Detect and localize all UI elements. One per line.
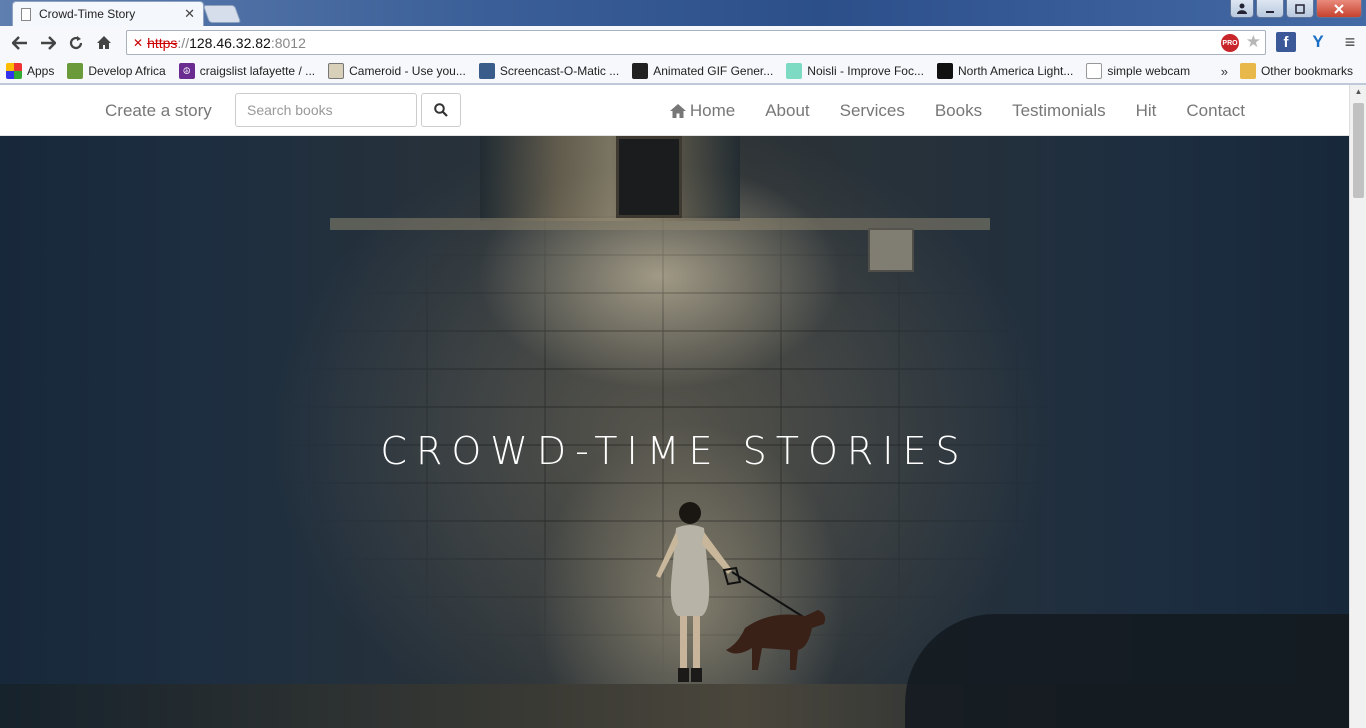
- scroll-up-icon[interactable]: ▲: [1350, 87, 1366, 99]
- folder-icon: [1239, 63, 1256, 79]
- forward-button[interactable]: [34, 30, 62, 56]
- browser-menu-icon[interactable]: ≡: [1340, 32, 1360, 52]
- nav-links: Home About Services Books Testimonials H…: [669, 101, 1245, 121]
- search-button[interactable]: [421, 93, 461, 127]
- bookmark-label: North America Light...: [957, 64, 1074, 78]
- url-scheme: https: [147, 34, 178, 51]
- minimize-button[interactable]: [1256, 0, 1284, 18]
- hero-lamp-image: [616, 136, 682, 218]
- nal-icon: [936, 63, 953, 79]
- forward-arrow-icon: [41, 35, 56, 50]
- home-button[interactable]: [90, 30, 118, 56]
- bookmark-develop-africa[interactable]: Develop Africa: [67, 63, 166, 79]
- hero-girl-with-dog-image: [656, 502, 826, 682]
- bookmark-label: Develop Africa: [88, 64, 166, 78]
- insecure-warning-icon: ✕: [133, 35, 144, 50]
- reload-button[interactable]: [62, 30, 90, 56]
- hero-vent-image: [868, 228, 914, 272]
- new-tab-button[interactable]: [202, 5, 242, 23]
- title-bar: Crowd-Time Story ✕: [0, 0, 1366, 26]
- screencast-icon: [478, 63, 495, 79]
- url-host: 128.46.32.82: [189, 34, 271, 51]
- cameroid-icon: [328, 63, 345, 79]
- bookmark-craigslist[interactable]: ☮ craigslist lafayette / ...: [178, 63, 316, 79]
- create-story-link[interactable]: Create a story: [105, 101, 212, 121]
- browser-chrome: Crowd-Time Story ✕ ✕ https:// 128.46.32…: [0, 0, 1366, 85]
- peace-icon: ☮: [178, 63, 195, 79]
- bookmark-cameroid[interactable]: Cameroid - Use you...: [328, 63, 466, 79]
- noisli-icon: [786, 63, 803, 79]
- tab-close-icon[interactable]: ✕: [184, 6, 195, 22]
- bookmark-label: Cameroid - Use you...: [349, 64, 466, 78]
- search-icon: [434, 103, 448, 117]
- bookmark-star-icon[interactable]: ★: [1246, 32, 1261, 52]
- bookmark-noisli[interactable]: Noisli - Improve Foc...: [786, 63, 924, 79]
- maximize-button[interactable]: [1286, 0, 1314, 18]
- user-icon[interactable]: [1230, 0, 1254, 18]
- back-arrow-icon: [12, 35, 27, 50]
- bookmark-label: Animated GIF Gener...: [653, 64, 774, 78]
- nav-home[interactable]: Home: [669, 101, 735, 121]
- bookmark-apps[interactable]: Apps: [6, 63, 54, 79]
- hero-title: CROWD-TIME STORIES: [380, 429, 969, 473]
- apps-icon: [6, 63, 22, 79]
- close-window-button[interactable]: [1316, 0, 1362, 18]
- bookmark-label: Screencast-O-Matic ...: [499, 64, 620, 78]
- tab-title: Crowd-Time Story: [39, 7, 136, 21]
- bookmark-label: Apps: [27, 64, 55, 78]
- scrollbar-thumb[interactable]: [1353, 103, 1364, 198]
- develop-africa-icon: [67, 63, 84, 79]
- bookmark-north-america[interactable]: North America Light...: [936, 63, 1074, 79]
- page-icon: [21, 7, 31, 21]
- pro-extension-badge[interactable]: PRO: [1221, 34, 1239, 52]
- nav-services[interactable]: Services: [840, 101, 905, 121]
- url-port: :8012: [270, 34, 306, 51]
- hero-car-image: [905, 614, 1349, 728]
- hero-pillar-image: [480, 136, 740, 221]
- web-page: Create a story Home About Services Books…: [0, 85, 1349, 728]
- facebook-extension-icon[interactable]: f: [1276, 32, 1296, 52]
- browser-tab[interactable]: Crowd-Time Story ✕: [12, 1, 204, 26]
- other-bookmarks-label: Other bookmarks: [1260, 64, 1353, 78]
- home-icon: [669, 104, 686, 118]
- bookmark-gif-generator[interactable]: Animated GIF Gener...: [632, 63, 773, 79]
- bookmark-label: craigslist lafayette / ...: [199, 64, 316, 78]
- browser-home-icon: [97, 36, 111, 49]
- site-navbar: Create a story Home About Services Books…: [0, 85, 1349, 136]
- bookmarks-overflow-button[interactable]: »: [1221, 64, 1228, 79]
- gif-icon: [632, 63, 649, 79]
- window-controls: [1230, 0, 1362, 18]
- extension-y-icon[interactable]: Y: [1308, 32, 1328, 52]
- browser-toolbar: ✕ https :// 128.46.32.82 :8012 PRO ★ f Y…: [0, 26, 1366, 59]
- page-scrollbar[interactable]: ▲: [1349, 85, 1366, 728]
- nav-hit[interactable]: Hit: [1136, 101, 1157, 121]
- url-separator: ://: [177, 34, 190, 51]
- hero-section: CROWD-TIME STORIES: [0, 136, 1349, 728]
- bookmark-label: Noisli - Improve Foc...: [807, 64, 924, 78]
- bookmark-simple-webcam[interactable]: simple webcam: [1086, 63, 1190, 79]
- other-bookmarks[interactable]: Other bookmarks: [1239, 63, 1353, 79]
- nav-contact[interactable]: Contact: [1186, 101, 1245, 121]
- nav-testimonials[interactable]: Testimonials: [1012, 101, 1106, 121]
- nav-home-label: Home: [689, 101, 736, 120]
- back-button[interactable]: [6, 30, 34, 56]
- page-icon: [1086, 63, 1103, 79]
- nav-books[interactable]: Books: [935, 101, 982, 121]
- bookmark-label: simple webcam: [1107, 64, 1191, 78]
- reload-icon: [69, 35, 83, 49]
- address-bar[interactable]: ✕ https :// 128.46.32.82 :8012 PRO ★: [126, 30, 1266, 55]
- bookmarks-bar: Apps Develop Africa ☮ craigslist lafayet…: [0, 59, 1366, 84]
- nav-about[interactable]: About: [765, 101, 809, 121]
- bookmark-screencast[interactable]: Screencast-O-Matic ...: [478, 63, 620, 79]
- search-books-input[interactable]: [235, 93, 417, 127]
